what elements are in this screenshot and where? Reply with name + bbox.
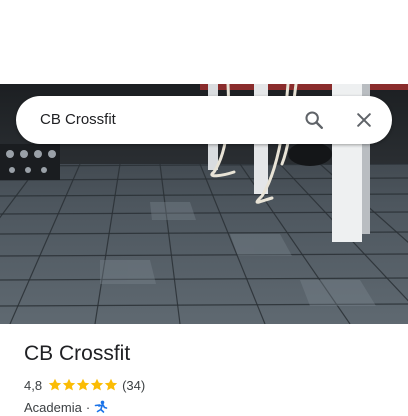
place-title: CB Crossfit — [24, 342, 131, 365]
rating-stars — [48, 378, 118, 392]
search-icon — [305, 111, 323, 129]
close-button[interactable] — [348, 104, 380, 136]
search-button[interactable] — [298, 104, 330, 136]
search-input[interactable]: CB Crossfit — [40, 96, 116, 144]
star-icon — [48, 378, 62, 391]
rating-row[interactable]: 4,8 (34) — [24, 376, 145, 394]
search-bar[interactable]: CB Crossfit — [16, 96, 392, 144]
gym-person-icon — [94, 400, 108, 413]
star-icon — [76, 378, 90, 391]
top-blank-area — [0, 0, 408, 84]
rating-value: 4,8 — [24, 377, 43, 393]
review-count[interactable]: (34) — [122, 378, 145, 393]
star-icon — [90, 378, 104, 391]
close-icon — [357, 113, 371, 127]
place-info-panel: CB Crossfit 4,8 (34) Academia · — [0, 324, 408, 415]
category-row: Academia · — [24, 398, 108, 416]
separator: · — [85, 399, 91, 415]
category-label: Academia — [24, 399, 82, 415]
star-icon — [104, 378, 118, 391]
star-icon — [62, 378, 76, 391]
